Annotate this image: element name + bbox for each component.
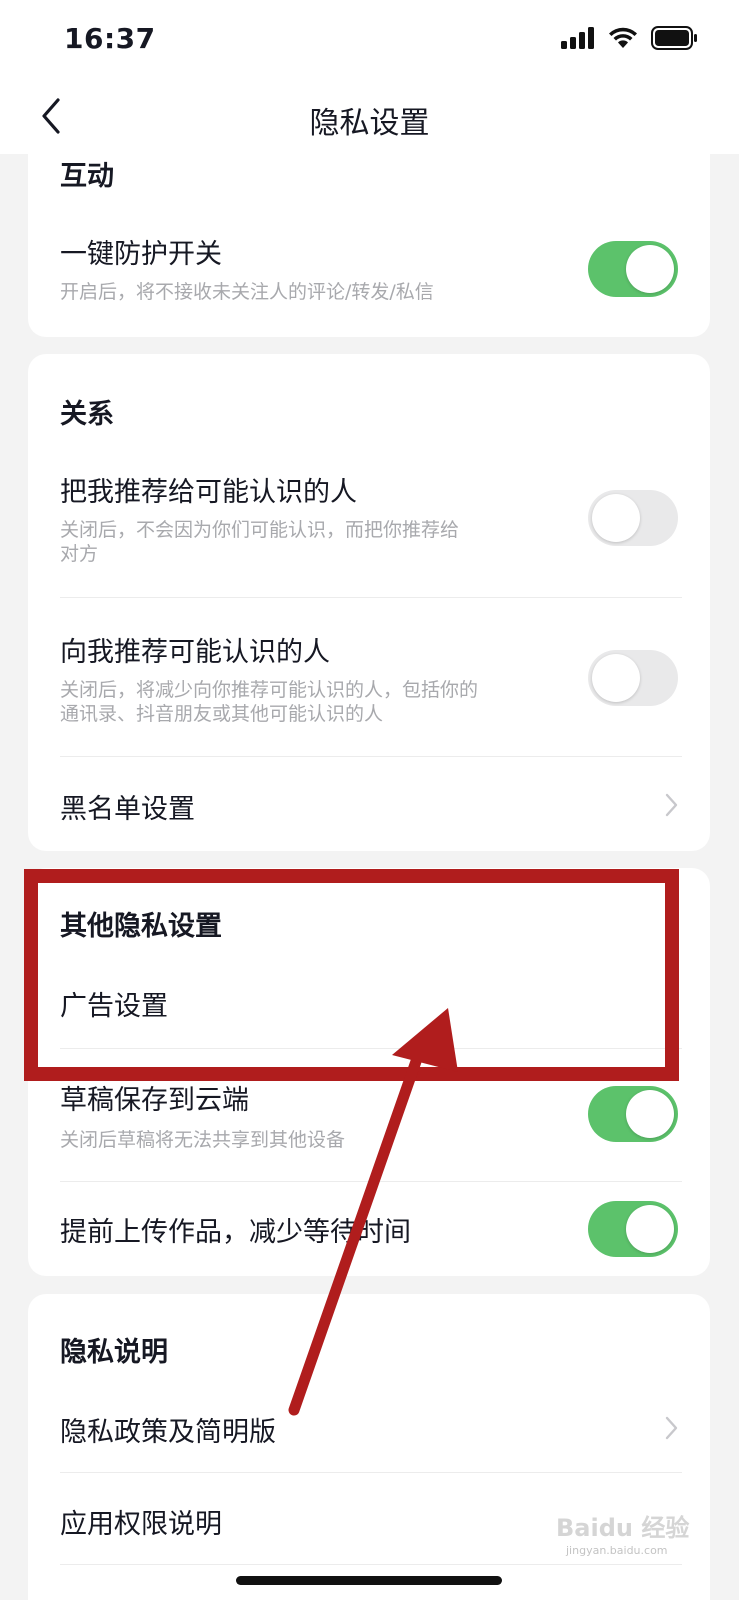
baidu-watermark: Baidu 经验 <box>556 1514 690 1542</box>
recommend-to-me-description-line1: 关闭后，将减少向你推荐可能认识的人，包括你的 <box>60 679 479 701</box>
baidu-watermark-url: jingyan.baidu.com <box>566 1544 668 1557</box>
toggle-knob <box>626 1090 674 1138</box>
chevron-right-icon <box>665 1416 678 1440</box>
status-bar: 16:37 <box>0 0 739 78</box>
section-title-privacy-notes: 隐私说明 <box>60 1337 168 1368</box>
one-key-protection-description: 开启后，将不接收未关注人的评论/转发/私信 <box>60 281 434 303</box>
recommend-to-me-label: 向我推荐可能认识的人 <box>60 637 330 668</box>
chevron-right-icon <box>665 990 678 1014</box>
draft-cloud-description: 关闭后草稿将无法共享到其他设备 <box>60 1129 346 1151</box>
toggle-knob <box>592 654 640 702</box>
status-icons <box>553 26 697 50</box>
draft-cloud-row[interactable]: 草稿保存到云端 关闭后草稿将无法共享到其他设备 <box>28 1068 710 1178</box>
section-title-other-privacy: 其他隐私设置 <box>60 911 222 942</box>
wifi-icon <box>608 27 637 48</box>
recommend-me-toggle[interactable] <box>588 490 678 546</box>
draft-cloud-toggle[interactable] <box>588 1086 678 1142</box>
pre-upload-toggle[interactable] <box>588 1201 678 1257</box>
recommend-me-label: 把我推荐给可能认识的人 <box>60 477 357 508</box>
one-key-protection-toggle[interactable] <box>588 241 678 297</box>
draft-cloud-label: 草稿保存到云端 <box>60 1085 249 1116</box>
privacy-policy-label: 隐私政策及简明版 <box>60 1417 276 1448</box>
one-key-protection-label: 一键防护开关 <box>60 239 222 270</box>
app-permissions-label: 应用权限说明 <box>60 1509 222 1540</box>
toggle-knob <box>592 494 640 542</box>
recommend-me-description-line2: 对方 <box>60 543 99 565</box>
divider <box>60 1564 682 1565</box>
divider <box>60 1472 682 1473</box>
home-indicator <box>236 1576 502 1585</box>
page-title: 隐私设置 <box>309 106 430 141</box>
divider <box>60 1048 682 1049</box>
pre-upload-row[interactable]: 提前上传作品，减少等待时间 <box>28 1182 710 1276</box>
recommend-me-description-line1: 关闭后，不会因为你们可能认识，而把你推荐给 <box>60 519 460 541</box>
signal-icon <box>560 27 594 49</box>
nav-bar: 隐私设置 <box>0 78 739 154</box>
section-title-relationship: 关系 <box>60 399 114 430</box>
other-privacy-card: 其他隐私设置 广告设置 草稿保存到云端 关闭后草稿将无法共享到其他设备 提前上传… <box>28 868 710 1276</box>
blacklist-row[interactable]: 黑名单设置 <box>28 757 710 851</box>
ad-settings-label: 广告设置 <box>60 991 168 1022</box>
toggle-knob <box>626 1205 674 1253</box>
chevron-right-icon <box>665 793 678 817</box>
one-key-protection-row[interactable]: 一键防护开关 开启后，将不接收未关注人的评论/转发/私信 <box>28 224 710 324</box>
relationship-card: 关系 把我推荐给可能认识的人 关闭后，不会因为你们可能认识，而把你推荐给 对方 … <box>28 354 710 851</box>
section-title-interaction: 互动 <box>60 161 114 192</box>
divider <box>60 597 682 598</box>
pre-upload-label: 提前上传作品，减少等待时间 <box>60 1217 411 1248</box>
toggle-knob <box>626 245 674 293</box>
recommend-to-me-toggle[interactable] <box>588 650 678 706</box>
privacy-policy-row[interactable]: 隐私政策及简明版 <box>28 1384 710 1472</box>
recommend-to-me-row[interactable]: 向我推荐可能认识的人 关闭后，将减少向你推荐可能认识的人，包括你的 通讯录、抖音… <box>28 622 710 756</box>
recommend-me-row[interactable]: 把我推荐给可能认识的人 关闭后，不会因为你们可能认识，而把你推荐给 对方 <box>28 462 710 596</box>
battery-icon <box>651 26 697 50</box>
interaction-card: 互动 一键防护开关 开启后，将不接收未关注人的评论/转发/私信 <box>28 154 710 337</box>
status-time: 16:37 <box>64 22 156 55</box>
recommend-to-me-description-line2: 通讯录、抖音朋友或其他可能认识的人 <box>60 703 384 725</box>
ad-settings-row[interactable]: 广告设置 <box>28 958 710 1046</box>
blacklist-label: 黑名单设置 <box>60 794 195 825</box>
